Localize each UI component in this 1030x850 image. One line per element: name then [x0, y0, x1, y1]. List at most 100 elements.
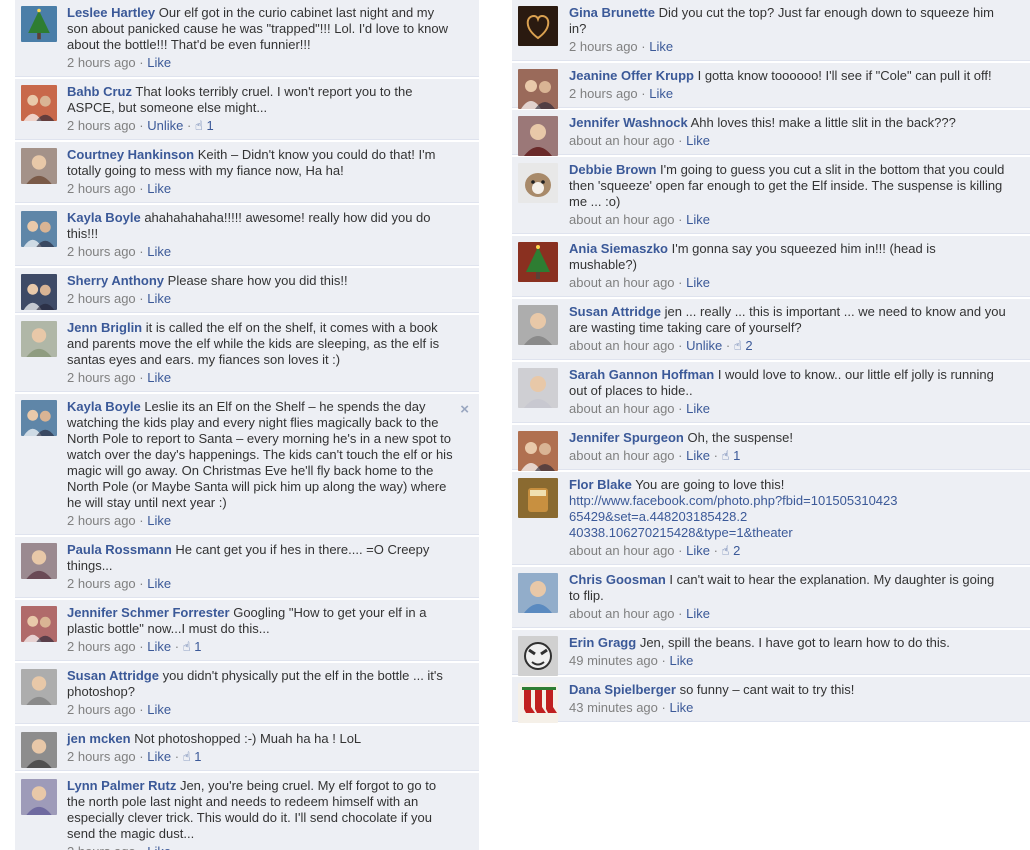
- comment-author-link[interactable]: Sherry Anthony: [67, 273, 164, 288]
- comment-timestamp[interactable]: 43 minutes ago: [569, 700, 658, 715]
- comment-author-link[interactable]: Jennifer Washnock: [569, 115, 688, 130]
- avatar-people-photo-icon[interactable]: [518, 431, 558, 471]
- avatar-face-photo-icon[interactable]: [21, 321, 57, 357]
- comment-timestamp[interactable]: 2 hours ago: [67, 291, 136, 306]
- comment-author-link[interactable]: Susan Attridge: [569, 304, 661, 319]
- comment-timestamp[interactable]: about an hour ago: [569, 401, 675, 416]
- comment-timestamp[interactable]: 2 hours ago: [67, 749, 136, 764]
- avatar-people-photo-icon[interactable]: [21, 606, 57, 642]
- comment-author-link[interactable]: Debbie Brown: [569, 162, 656, 177]
- avatar-people-photo-icon[interactable]: [21, 211, 57, 247]
- avatar-tree-photo-icon[interactable]: [21, 6, 57, 42]
- like-link[interactable]: Like: [686, 212, 710, 227]
- comment-author-link[interactable]: Jennifer Schmer Forrester: [67, 605, 230, 620]
- avatar-kiss-photo-icon[interactable]: [518, 636, 558, 676]
- comment-timestamp[interactable]: 2 hours ago: [569, 39, 638, 54]
- comment-author-link[interactable]: Gina Brunette: [569, 5, 655, 20]
- like-link[interactable]: Like: [147, 244, 171, 259]
- like-count[interactable]: ☝ 2: [734, 338, 753, 353]
- comment-author-link[interactable]: Lynn Palmer Rutz: [67, 778, 176, 793]
- comment-author-link[interactable]: Ania Siemaszko: [569, 241, 668, 256]
- comment-timestamp[interactable]: 2 hours ago: [67, 513, 136, 528]
- like-link[interactable]: Like: [147, 513, 171, 528]
- comment-timestamp[interactable]: 2 hours ago: [569, 86, 638, 101]
- like-link[interactable]: Like: [147, 702, 171, 717]
- like-link[interactable]: Like: [147, 576, 171, 591]
- like-link[interactable]: Like: [147, 749, 171, 764]
- avatar-heart-logo-icon[interactable]: [518, 6, 558, 46]
- like-link[interactable]: Like: [686, 275, 710, 290]
- like-count[interactable]: ☝ 2: [722, 543, 741, 558]
- comment-timestamp[interactable]: 2 hours ago: [67, 181, 136, 196]
- comment-author-link[interactable]: Jennifer Spurgeon: [569, 430, 684, 445]
- avatar-face-photo-icon[interactable]: [518, 305, 558, 345]
- avatar-face-photo-icon[interactable]: [21, 732, 57, 768]
- like-link[interactable]: Like: [686, 448, 710, 463]
- comment-timestamp[interactable]: about an hour ago: [569, 133, 675, 148]
- avatar-drink-photo-icon[interactable]: [518, 478, 558, 518]
- close-icon[interactable]: ×: [460, 402, 469, 417]
- like-link[interactable]: Like: [686, 401, 710, 416]
- like-count[interactable]: ☝ 1: [183, 749, 202, 764]
- avatar-people-photo-icon[interactable]: [21, 400, 57, 436]
- comment-timestamp[interactable]: about an hour ago: [569, 606, 675, 621]
- avatar-face-photo-icon[interactable]: [518, 573, 558, 613]
- like-link[interactable]: Like: [147, 370, 171, 385]
- comment-timestamp[interactable]: 2 hours ago: [67, 576, 136, 591]
- like-count[interactable]: ☝ 1: [183, 639, 202, 654]
- comment-author-link[interactable]: Leslee Hartley: [67, 5, 155, 20]
- comment-timestamp[interactable]: 2 hours ago: [67, 118, 136, 133]
- avatar-face-photo-icon[interactable]: [518, 368, 558, 408]
- like-link[interactable]: Like: [147, 55, 171, 70]
- like-link[interactable]: Like: [669, 653, 693, 668]
- comment-author-link[interactable]: Kayla Boyle: [67, 210, 141, 225]
- like-link[interactable]: Like: [147, 181, 171, 196]
- like-link[interactable]: Like: [686, 133, 710, 148]
- like-count[interactable]: ☝ 1: [195, 118, 214, 133]
- comment-author-link[interactable]: Sarah Gannon Hoffman: [569, 367, 714, 382]
- comment-url-link[interactable]: http://www.facebook.com/photo.php?fbid=1…: [569, 493, 1006, 509]
- avatar-people-photo-icon[interactable]: [21, 274, 57, 310]
- like-link[interactable]: Like: [147, 844, 171, 850]
- avatar-dog-photo-icon[interactable]: [518, 163, 558, 203]
- comment-author-link[interactable]: Jeanine Offer Krupp: [569, 68, 694, 83]
- like-count[interactable]: ☝ 1: [722, 448, 741, 463]
- comment-author-link[interactable]: jen mcken: [67, 731, 131, 746]
- comment-url-link[interactable]: 40338.106270215428&type=1&theater: [569, 525, 1006, 541]
- avatar-face-photo-icon[interactable]: [21, 148, 57, 184]
- like-link[interactable]: Like: [147, 639, 171, 654]
- comment-timestamp[interactable]: about an hour ago: [569, 543, 675, 558]
- unlike-link[interactable]: Unlike: [686, 338, 722, 353]
- comment-author-link[interactable]: Susan Attridge: [67, 668, 159, 683]
- comment-author-link[interactable]: Paula Rossmann: [67, 542, 172, 557]
- like-link[interactable]: Like: [649, 86, 673, 101]
- comment-timestamp[interactable]: about an hour ago: [569, 448, 675, 463]
- comment-author-link[interactable]: Erin Gragg: [569, 635, 636, 650]
- comment-timestamp[interactable]: 2 hours ago: [67, 702, 136, 717]
- like-link[interactable]: Like: [669, 700, 693, 715]
- comment-author-link[interactable]: Courtney Hankinson: [67, 147, 194, 162]
- comment-author-link[interactable]: Kayla Boyle: [67, 399, 141, 414]
- comment-timestamp[interactable]: about an hour ago: [569, 338, 675, 353]
- comment-timestamp[interactable]: 2 hours ago: [67, 639, 136, 654]
- comment-timestamp[interactable]: about an hour ago: [569, 275, 675, 290]
- like-link[interactable]: Like: [686, 543, 710, 558]
- comment-timestamp[interactable]: about an hour ago: [569, 212, 675, 227]
- like-link[interactable]: Like: [147, 291, 171, 306]
- avatar-face-photo-icon[interactable]: [21, 669, 57, 705]
- comment-timestamp[interactable]: 49 minutes ago: [569, 653, 658, 668]
- avatar-face-photo-icon[interactable]: [21, 779, 57, 815]
- avatar-face-photo-icon[interactable]: [21, 543, 57, 579]
- avatar-stockings-photo-icon[interactable]: [518, 683, 558, 723]
- comment-author-link[interactable]: Bahb Cruz: [67, 84, 132, 99]
- avatar-face-photo-icon[interactable]: [518, 116, 558, 156]
- avatar-tree-photo-icon[interactable]: [518, 242, 558, 282]
- comment-author-link[interactable]: Dana Spielberger: [569, 682, 676, 697]
- comment-timestamp[interactable]: 2 hours ago: [67, 55, 136, 70]
- like-link[interactable]: Like: [686, 606, 710, 621]
- comment-timestamp[interactable]: 2 hours ago: [67, 244, 136, 259]
- avatar-people-photo-icon[interactable]: [21, 85, 57, 121]
- avatar-people-photo-icon[interactable]: [518, 69, 558, 109]
- like-link[interactable]: Like: [649, 39, 673, 54]
- comment-timestamp[interactable]: 2 hours ago: [67, 844, 136, 850]
